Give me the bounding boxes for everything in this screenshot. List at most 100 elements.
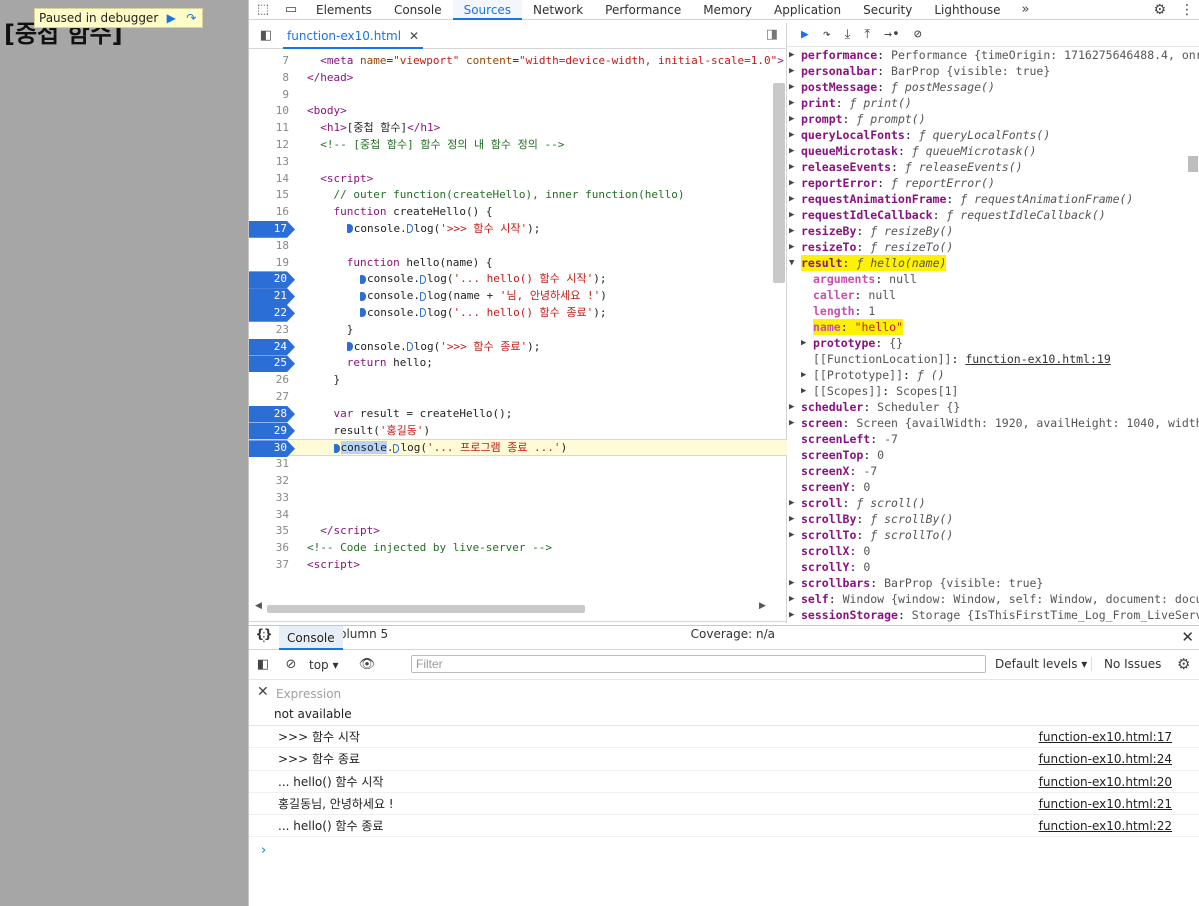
line-number[interactable]: 10	[249, 103, 289, 120]
line-number[interactable]: 37	[249, 557, 289, 574]
line-number[interactable]: 7	[249, 53, 289, 70]
settings-icon[interactable]: ⚙	[1153, 2, 1166, 18]
line-number[interactable]: 27	[249, 389, 289, 406]
collapsed-arrow-icon[interactable]: ▶	[789, 591, 794, 607]
line-number[interactable]: 23	[249, 322, 289, 339]
breakpoint-marker[interactable]: 17	[249, 220, 295, 238]
toggle-navigator-icon[interactable]: ◧	[249, 28, 283, 43]
line-number[interactable]: 33	[249, 490, 289, 507]
scope-property[interactable]: ▶ performance: Performance {timeOrigin: 1…	[787, 47, 1199, 63]
scope-property[interactable]: ▶ resizeBy: ƒ resizeBy()	[787, 223, 1199, 239]
tab-memory[interactable]: Memory	[692, 0, 763, 20]
scope-property[interactable]: ▶ releaseEvents: ƒ releaseEvents()	[787, 159, 1199, 175]
line-number[interactable]: 31	[249, 456, 289, 473]
collapsed-arrow-icon[interactable]: ▶	[789, 207, 794, 223]
close-drawer-icon[interactable]: ✕	[1181, 628, 1194, 646]
tab-network[interactable]: Network	[522, 0, 594, 20]
scope-property[interactable]: ▶ queryLocalFonts: ƒ queryLocalFonts()	[787, 127, 1199, 143]
tab-console[interactable]: Console	[279, 625, 343, 650]
scope-property[interactable]: ▶ sessionStorage: Storage {IsThisFirstTim…	[787, 607, 1199, 623]
line-number[interactable]: 18	[249, 238, 289, 255]
collapsed-arrow-icon[interactable]: ▶	[801, 383, 806, 399]
sidebar-toggle-icon[interactable]: ◧	[249, 657, 277, 672]
code-area[interactable]: 7 <meta name="viewport" content="width=d…	[249, 53, 787, 601]
collapsed-arrow-icon[interactable]: ▶	[789, 127, 794, 143]
line-number[interactable]: 8	[249, 70, 289, 87]
scroll-right-icon[interactable]: ▶	[759, 601, 766, 611]
collapsed-arrow-icon[interactable]: ▶	[789, 111, 794, 127]
message-source-link[interactable]: function-ex10.html:22	[1039, 815, 1172, 837]
message-source-link[interactable]: function-ex10.html:24	[1039, 748, 1172, 770]
toggle-debugger-icon[interactable]: ◨	[766, 27, 778, 42]
message-source-link[interactable]: function-ex10.html:20	[1039, 771, 1172, 793]
breakpoint-marker[interactable]: 22	[249, 304, 295, 322]
step-into-icon[interactable]: ⤓	[845, 27, 851, 42]
breakpoint-marker[interactable]: 29	[249, 422, 295, 440]
message-source-link[interactable]: function-ex10.html:21	[1039, 793, 1172, 815]
breakpoint-marker[interactable]: 24	[249, 338, 295, 356]
expanded-arrow-icon[interactable]: ▼	[789, 255, 794, 271]
inspect-icon[interactable]: ⬚	[249, 2, 277, 17]
scope-property[interactable]: ▶ resizeTo: ƒ resizeTo()	[787, 239, 1199, 255]
scope-property[interactable]: ▶ scheduler: Scheduler {}	[787, 399, 1199, 415]
scope-property[interactable]: ▶ screen: Screen {availWidth: 1920, avail…	[787, 415, 1199, 431]
line-number[interactable]: 19	[249, 255, 289, 272]
scope-property[interactable]: ▶ scroll: ƒ scroll()	[787, 495, 1199, 511]
scope-property[interactable]: ▶ self: Window {window: Window, self: Win…	[787, 591, 1199, 607]
tab-elements[interactable]: Elements	[305, 0, 383, 20]
message-source-link[interactable]: function-ex10.html:17	[1039, 726, 1172, 748]
scope-property[interactable]: ▶ scrollBy: ƒ scrollBy()	[787, 511, 1199, 527]
collapsed-arrow-icon[interactable]: ▶	[789, 47, 794, 63]
scope-property[interactable]: ▶ scrollbars: BarProp {visible: true}	[787, 575, 1199, 591]
scope-property[interactable]: length: 1	[787, 303, 1199, 319]
device-toolbar-icon[interactable]: ▭	[277, 2, 305, 17]
collapsed-arrow-icon[interactable]: ▶	[789, 63, 794, 79]
scope-property[interactable]: scrollX: 0	[787, 543, 1199, 559]
breakpoint-marker[interactable]: 20	[249, 271, 295, 289]
collapsed-arrow-icon[interactable]: ▶	[789, 575, 794, 591]
collapsed-arrow-icon[interactable]: ▶	[789, 239, 794, 255]
tab-security[interactable]: Security	[852, 0, 923, 20]
collapsed-arrow-icon[interactable]: ▶	[801, 335, 806, 351]
step-out-icon[interactable]: ⤒	[864, 27, 870, 42]
line-number[interactable]: 35	[249, 523, 289, 540]
collapsed-arrow-icon[interactable]: ▶	[801, 367, 806, 383]
clear-console-icon[interactable]: ⊘	[277, 657, 305, 672]
collapsed-arrow-icon[interactable]: ▶	[789, 527, 794, 543]
scope-property[interactable]: ▶ personalbar: BarProp {visible: true}	[787, 63, 1199, 79]
tab-application[interactable]: Application	[763, 0, 852, 20]
collapsed-arrow-icon[interactable]: ▶	[789, 223, 794, 239]
vertical-scrollbar[interactable]	[773, 83, 785, 283]
horizontal-scrollbar[interactable]	[267, 605, 585, 613]
log-levels-dropdown[interactable]: Default levels ▾	[995, 657, 1087, 671]
drawer-menu-icon[interactable]: ⋮	[249, 630, 279, 645]
scope-property[interactable]: ▶ requestIdleCallback: ƒ requestIdleCallb…	[787, 207, 1199, 223]
scope-property[interactable]: ▼ result: ƒ hello(name)	[787, 255, 1199, 271]
line-number[interactable]: 36	[249, 540, 289, 557]
collapsed-arrow-icon[interactable]: ▶	[789, 495, 794, 511]
breakpoint-marker[interactable]: 21	[249, 288, 295, 305]
scope-property[interactable]: ▶ postMessage: ƒ postMessage()	[787, 79, 1199, 95]
context-select[interactable]: top ▾	[309, 658, 353, 672]
collapsed-arrow-icon[interactable]: ▶	[789, 607, 794, 623]
line-number[interactable]: 14	[249, 171, 289, 188]
scope-property[interactable]: ▶ print: ƒ print()	[787, 95, 1199, 111]
remove-expression-icon[interactable]: ✕	[257, 684, 269, 700]
line-number[interactable]: 34	[249, 507, 289, 524]
issues-button[interactable]: No Issues	[1091, 657, 1161, 671]
line-number[interactable]: 15	[249, 187, 289, 204]
property-value[interactable]: function-ex10.html:19	[965, 352, 1110, 366]
scope-property[interactable]: screenX: -7	[787, 463, 1199, 479]
scope-property[interactable]: screenY: 0	[787, 479, 1199, 495]
scope-property[interactable]: ▶ scrollTo: ƒ scrollTo()	[787, 527, 1199, 543]
tab-sources[interactable]: Sources	[452, 0, 523, 20]
resume-icon[interactable]: ▶︎	[164, 11, 178, 25]
tab-lighthouse[interactable]: Lighthouse	[923, 0, 1011, 20]
line-number[interactable]: 16	[249, 204, 289, 221]
more-options-icon[interactable]: ⋮	[1180, 2, 1194, 18]
collapsed-arrow-icon[interactable]: ▶	[789, 191, 794, 207]
breakpoint-marker[interactable]: 28	[249, 405, 295, 423]
collapsed-arrow-icon[interactable]: ▶	[789, 95, 794, 111]
file-tab[interactable]: function-ex10.html ✕	[283, 23, 424, 49]
scope-scrollbar[interactable]	[1188, 156, 1198, 172]
